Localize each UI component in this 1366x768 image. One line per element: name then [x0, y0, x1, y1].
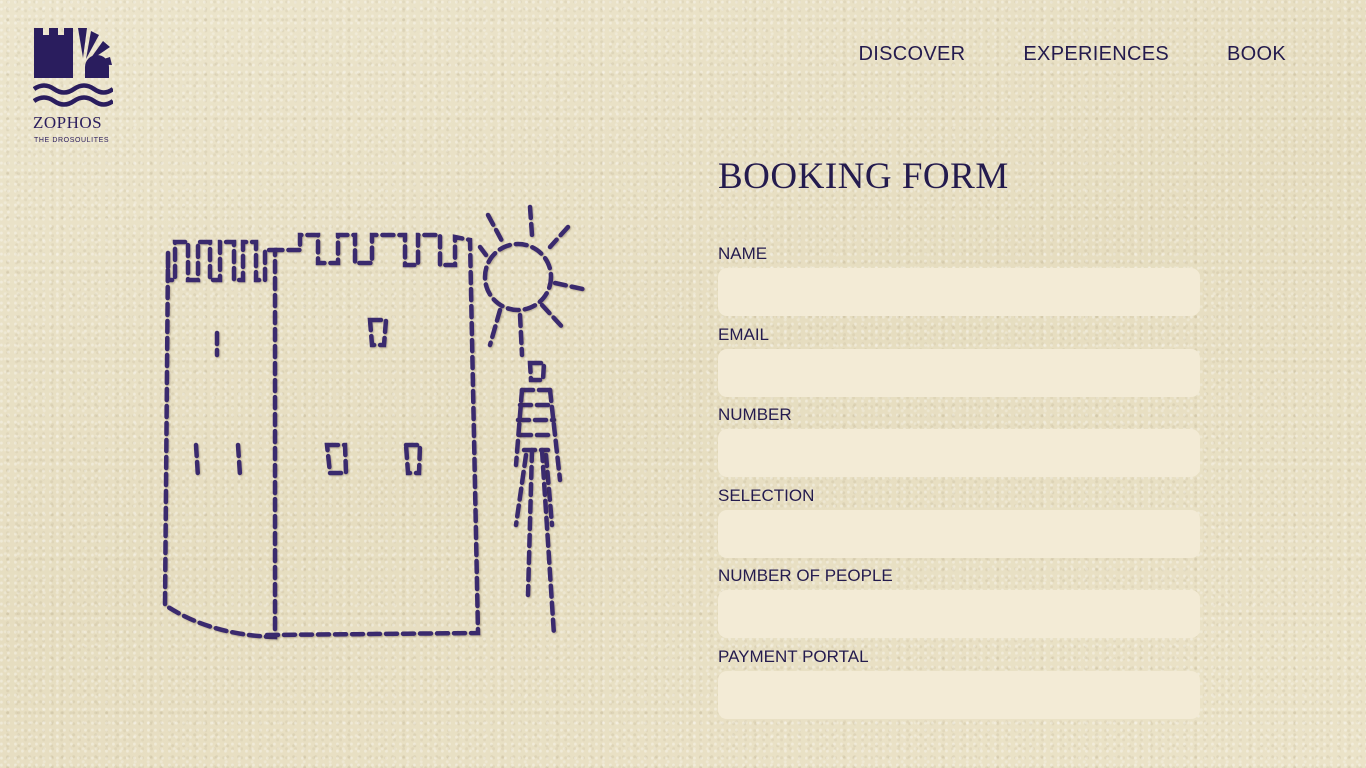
- tower-illustration: [150, 195, 600, 655]
- brand-logo[interactable]: ZOPHOS THE DROSOULITES: [33, 27, 113, 149]
- name-field-group: NAME: [718, 243, 1200, 324]
- page-title: BOOKING FORM: [718, 156, 1009, 197]
- payment-portal-label: PAYMENT PORTAL: [718, 646, 869, 666]
- booking-form: NAME EMAIL NUMBER SELECTION NUMBER OF PE…: [718, 243, 1200, 726]
- brand-name: ZOPHOS: [33, 113, 103, 132]
- number-input[interactable]: [718, 429, 1200, 477]
- selection-label: SELECTION: [718, 485, 815, 505]
- number-of-people-input[interactable]: [718, 590, 1200, 638]
- nav-experiences[interactable]: EXPERIENCES: [1023, 43, 1169, 66]
- email-field-group: EMAIL: [718, 324, 1200, 405]
- payment-portal-input[interactable]: [718, 670, 1200, 719]
- selection-field-group: SELECTION: [718, 485, 1200, 566]
- number-of-people-label: NUMBER OF PEOPLE: [718, 566, 893, 585]
- number-label: NUMBER: [718, 405, 792, 424]
- selection-input[interactable]: [718, 509, 1200, 558]
- email-input[interactable]: [718, 348, 1200, 397]
- payment-field-group: PAYMENT PORTAL: [718, 646, 1200, 727]
- main-nav: DISCOVER EXPERIENCES BOOK: [859, 43, 1286, 66]
- nav-book[interactable]: BOOK: [1227, 43, 1286, 66]
- stitched-tower-sun-skeleton-icon: [162, 204, 590, 640]
- brand-tagline: THE DROSOULITES: [34, 137, 110, 144]
- tower-sun-waves-logo-icon: [33, 28, 113, 107]
- name-input[interactable]: [718, 268, 1200, 316]
- name-label: NAME: [718, 244, 768, 263]
- number-field-group: NUMBER: [718, 404, 1200, 485]
- email-label: EMAIL: [718, 324, 770, 344]
- people-field-group: NUMBER OF PEOPLE: [718, 565, 1200, 646]
- nav-discover[interactable]: DISCOVER: [859, 43, 966, 66]
